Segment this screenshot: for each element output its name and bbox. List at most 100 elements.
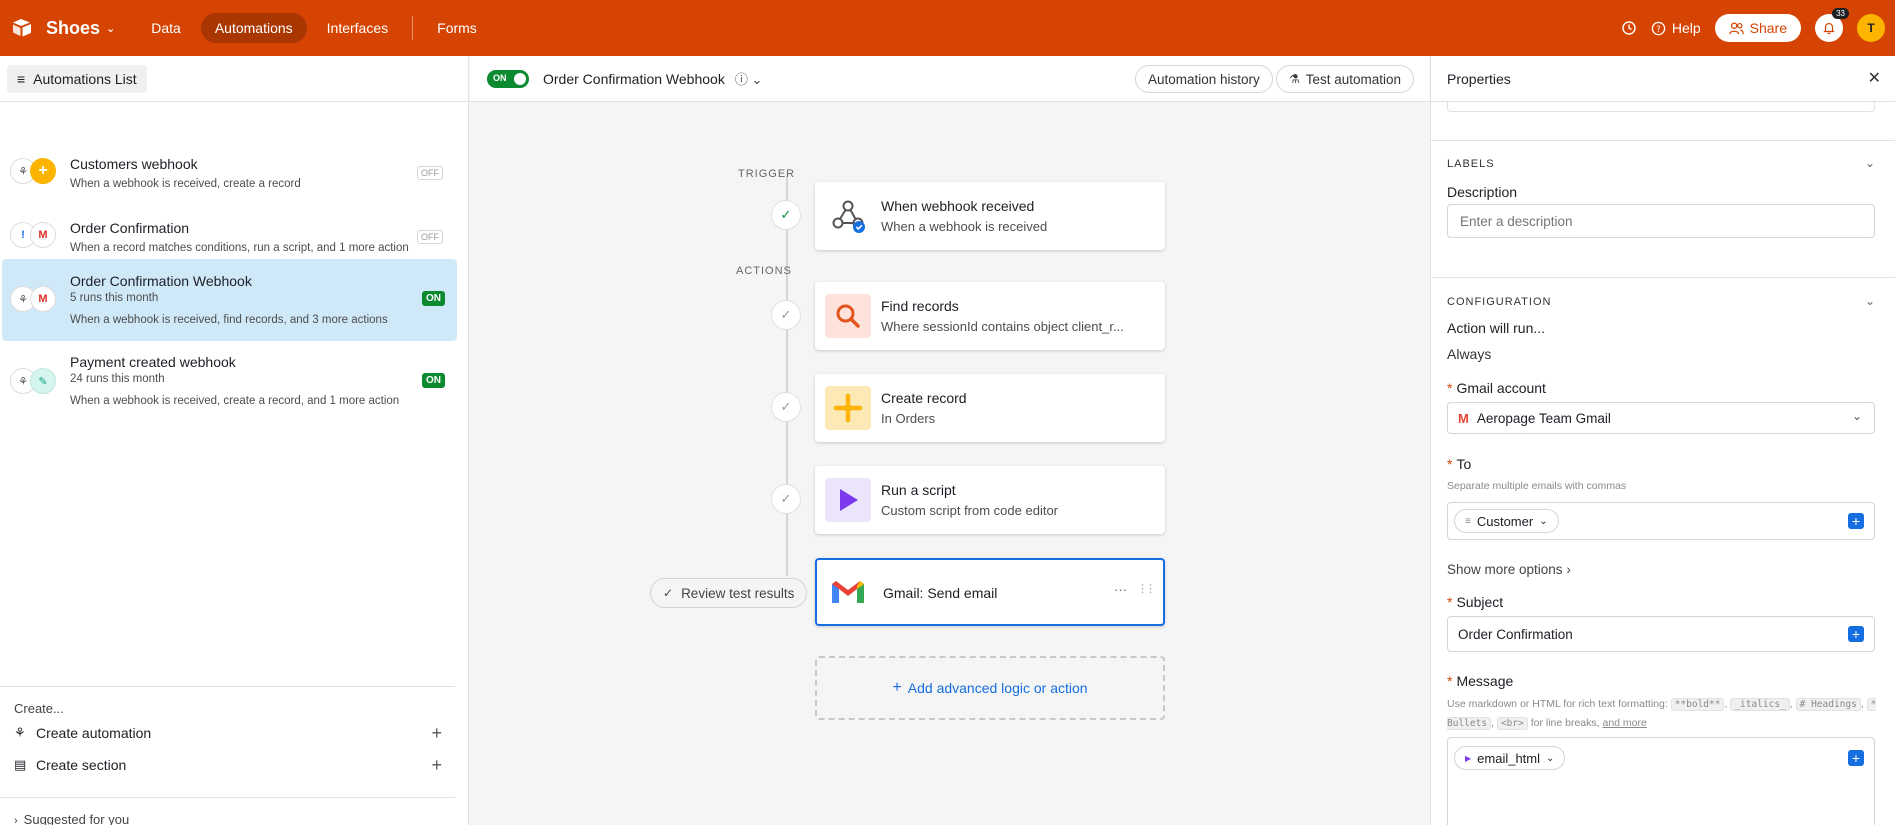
share-label: Share <box>1749 20 1787 36</box>
and-more-link[interactable]: and more <box>1603 717 1647 729</box>
run-condition-value[interactable]: Always <box>1447 346 1491 362</box>
message-field[interactable]: ▶ email_html ⌄ + <box>1447 737 1875 825</box>
notifications-button[interactable]: 33 <box>1815 8 1849 42</box>
step-title: Run a script <box>881 482 956 498</box>
add-action-button[interactable]: + Add advanced logic or action <box>815 656 1165 720</box>
automation-item-customers-webhook[interactable]: ⚘ + Customers webhook When a webhook is … <box>2 140 457 204</box>
trigger-step-webhook[interactable]: When webhook received When a webhook is … <box>815 182 1165 250</box>
section-icon: ▤ <box>14 757 27 772</box>
users-icon <box>1728 21 1744 34</box>
base-name: Shoes <box>46 17 101 38</box>
automations-list-button[interactable]: ≡ Automations List <box>7 64 147 93</box>
help-button[interactable]: ? Help <box>1651 20 1701 36</box>
automation-history-button[interactable]: Automation history <box>1135 65 1273 93</box>
base-name-menu[interactable]: Shoes ⌄ <box>46 18 115 39</box>
plus-icon: + <box>431 722 442 743</box>
script-icon: ▶ <box>1465 753 1472 763</box>
nav-divider <box>412 16 414 40</box>
action-step-run-script[interactable]: Run a script Custom script from code edi… <box>815 466 1165 534</box>
message-label: * Message <box>1447 673 1514 689</box>
step-subtitle: Where sessionId contains object client_r… <box>881 319 1124 334</box>
menu-icon: ≡ <box>17 70 26 87</box>
automation-header: ON Order Confirmation Webhook ⓘ ⌄ Automa… <box>470 56 1429 102</box>
subject-field[interactable]: Order Confirmation + <box>1447 616 1875 652</box>
create-section-label: Create section <box>36 757 127 773</box>
plus-icon: + <box>892 679 902 696</box>
step-title: Find records <box>881 298 959 314</box>
status-badge: OFF <box>417 166 443 180</box>
to-token[interactable]: ≡ Customer ⌄ <box>1454 509 1559 533</box>
create-label: Create... <box>14 701 64 716</box>
insert-token-button[interactable]: + <box>1848 626 1864 642</box>
subject-label: * Subject <box>1447 594 1504 610</box>
suggested-section[interactable]: › Suggested for you <box>0 797 455 825</box>
chevron-down-icon: ⌄ <box>1851 409 1862 423</box>
create-automation-label: Create automation <box>36 725 152 741</box>
actions-label: ACTIONS <box>736 265 792 277</box>
automation-runs: 24 runs this month <box>70 373 165 385</box>
automation-title: Payment created webhook <box>70 354 236 370</box>
play-icon <box>825 478 871 522</box>
check-icon: ✓ <box>771 300 801 330</box>
to-token-value: Customer <box>1476 513 1534 529</box>
step-title: When webhook received <box>881 198 1035 214</box>
trigger-label: TRIGGER <box>738 168 796 180</box>
chevron-down-icon: ⌄ <box>106 22 116 35</box>
automation-name[interactable]: Order Confirmation Webhook <box>543 71 725 87</box>
close-icon[interactable]: ✕ <box>1868 68 1881 88</box>
action-step-gmail-send-email[interactable]: Gmail: Send email ··· ⋮⋮ <box>815 558 1165 626</box>
nav-forms[interactable]: Forms <box>423 13 491 43</box>
automation-description: When a webhook is received, create a rec… <box>70 395 400 407</box>
show-more-options-button[interactable]: Show more options › <box>1447 562 1571 577</box>
review-test-results-button[interactable]: ✓ Review test results <box>650 578 808 608</box>
action-will-run-label: Action will run... <box>1447 320 1546 336</box>
automation-item-payment-created-webhook[interactable]: ⚘ ✎ Payment created webhook 24 runs this… <box>2 344 457 414</box>
check-icon: ✓ <box>771 200 801 230</box>
user-avatar[interactable]: T <box>1857 14 1885 42</box>
description-input[interactable] <box>1447 204 1875 238</box>
status-badge: ON <box>422 291 445 306</box>
gmail-icon: M <box>30 286 56 312</box>
toggle-knob <box>514 72 526 85</box>
nav-interfaces[interactable]: Interfaces <box>313 13 402 43</box>
share-button[interactable]: Share <box>1714 14 1801 42</box>
toggle-label: ON <box>493 72 507 83</box>
suggested-label: Suggested for you <box>23 812 130 825</box>
gmail-icon: M <box>30 222 56 248</box>
gmail-account-value: Aeropage Team Gmail <box>1476 410 1611 426</box>
automation-runs: 5 runs this month <box>70 292 159 304</box>
previous-field-edge <box>1447 102 1875 112</box>
insert-token-button[interactable]: + <box>1848 750 1864 766</box>
automation-item-order-confirmation-webhook[interactable]: ⚘ M Order Confirmation Webhook 5 runs th… <box>2 259 457 341</box>
message-hint: Use markdown or HTML for rich text forma… <box>1447 698 1877 730</box>
to-hint: Separate multiple emails with commas <box>1447 480 1627 492</box>
nav-data[interactable]: Data <box>137 13 195 43</box>
chevron-down-icon[interactable]: ⌄ <box>1865 156 1875 170</box>
create-area: Create... ⚘ Create automation + ▤ Create… <box>0 686 455 796</box>
gmail-account-select[interactable]: M Aeropage Team Gmail ⌄ <box>1447 402 1875 434</box>
insert-token-button[interactable]: + <box>1848 513 1864 529</box>
drag-handle-icon[interactable]: ⋮⋮ <box>1137 582 1156 595</box>
automation-title: Customers webhook <box>70 156 198 172</box>
test-automation-label: Test automation <box>1305 71 1402 87</box>
chevron-down-icon: ⌄ <box>1546 752 1555 764</box>
divider <box>1431 140 1895 141</box>
create-automation-button[interactable]: ⚘ Create automation + <box>14 722 442 743</box>
more-options-icon[interactable]: ··· <box>1114 582 1127 597</box>
action-step-find-records[interactable]: Find records Where sessionId contains ob… <box>815 282 1165 350</box>
step-title: Create record <box>881 390 967 406</box>
step-subtitle: When a webhook is received <box>881 219 1048 234</box>
test-automation-button[interactable]: ⚗ Test automation <box>1276 65 1415 93</box>
labels-section-title: LABELS <box>1447 158 1495 170</box>
check-icon: ✓ <box>771 484 801 514</box>
nav-automations[interactable]: Automations <box>200 13 307 43</box>
to-field[interactable]: ≡ Customer ⌄ + <box>1447 502 1875 540</box>
history-icon[interactable] <box>1621 20 1637 36</box>
action-step-create-record[interactable]: Create record In Orders <box>815 374 1165 442</box>
automation-toggle[interactable]: ON <box>487 69 529 88</box>
chevron-down-icon[interactable]: ⌄ <box>1865 294 1875 308</box>
airtable-logo-icon[interactable] <box>10 16 34 40</box>
create-section-button[interactable]: ▤ Create section + <box>14 755 442 775</box>
message-token[interactable]: ▶ email_html ⌄ <box>1454 746 1566 770</box>
info-icon[interactable]: ⓘ ⌄ <box>735 69 763 88</box>
